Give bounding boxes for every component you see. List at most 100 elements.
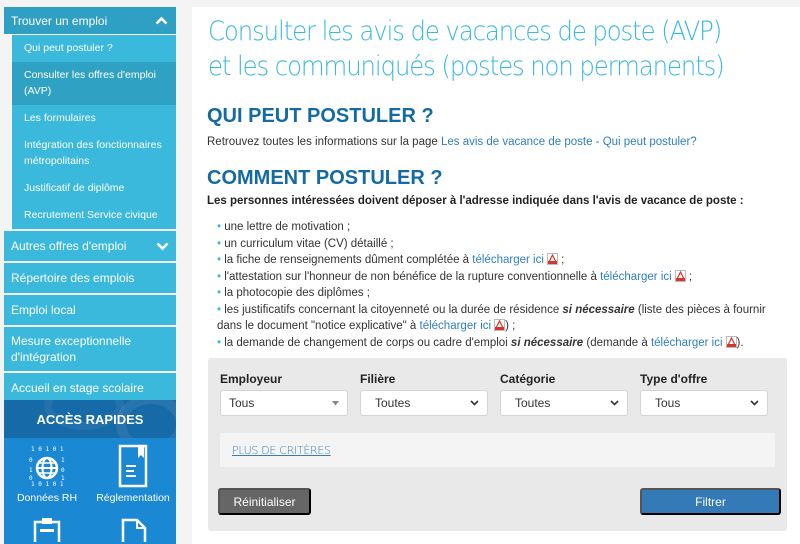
pdf-icon <box>674 269 686 282</box>
sidebar-item-emploi-local[interactable]: Emploi local <box>4 295 176 325</box>
sidebar-nav: Trouver un emploi Qui peut postuler ? Co… <box>4 7 176 403</box>
sidebar-item-label: Autres offres d'emploi <box>11 239 127 253</box>
book-icon <box>118 444 148 488</box>
info-text: Retrouvez toutes les informations sur la… <box>207 136 441 148</box>
reset-button[interactable]: Réinitialiser <box>218 488 311 515</box>
svg-text:1 0 1 0 1: 1 0 1 0 1 <box>31 446 64 453</box>
submenu-item-service-civique[interactable]: Recrutement Service civique <box>12 202 176 229</box>
list-item-text: l'attestation sur l'honneur de non bénéf… <box>224 270 601 283</box>
sidebar-item-trouver-un-emploi[interactable]: Trouver un emploi <box>4 7 176 35</box>
quick-link-3[interactable] <box>4 512 90 542</box>
bullet: • <box>217 221 222 233</box>
svg-text:0: 0 <box>61 467 65 474</box>
clipboard-icon <box>33 518 61 542</box>
filter-filiere: Filière Toutes <box>360 372 488 416</box>
document-icon <box>121 518 147 542</box>
list-item-suffix: ) ; <box>505 320 516 332</box>
download-link-changement-corps[interactable]: télécharger ici <box>651 337 723 349</box>
quick-link-label: Réglementation <box>96 492 170 504</box>
intro-paragraph: Les personnes intéressées doivent dépose… <box>207 195 744 207</box>
quick-link-4[interactable] <box>90 512 176 542</box>
download-link-attestation[interactable]: télécharger ici <box>600 271 672 283</box>
qui-peut-postuler-link[interactable]: Les avis de vacance de poste - Qui peut … <box>441 136 697 148</box>
list-item: • l'attestation sur l'honneur de non bén… <box>217 269 792 286</box>
svg-text:1: 1 <box>61 457 65 464</box>
sidebar-item-label: Répertoire des emplois <box>11 271 135 285</box>
filiere-select[interactable]: Toutes <box>360 390 488 416</box>
employeur-select[interactable]: Tous <box>220 390 348 416</box>
svg-text:1: 1 <box>61 475 65 482</box>
quick-link-label: Données RH <box>16 492 78 504</box>
bullet: • <box>217 336 222 349</box>
filter-button[interactable]: Filtrer <box>640 488 781 515</box>
select-value: Tous <box>655 396 681 410</box>
main-content: Consulter les avis de vacances de poste … <box>192 7 800 544</box>
chevron-down-icon <box>155 239 169 253</box>
download-link-notice-explicative[interactable]: télécharger ici <box>420 320 492 332</box>
list-item-text: (demande à <box>583 336 651 349</box>
section-heading-comment-postuler: COMMENT POSTULER ? <box>207 167 443 189</box>
page-title: Consulter les avis de vacances de poste … <box>208 16 725 82</box>
chevron-down-icon <box>750 400 759 406</box>
pdf-icon <box>546 253 558 265</box>
filter-label: Filière <box>360 372 396 386</box>
bullet: • <box>217 270 222 283</box>
submenu-item-qui-peut-postuler[interactable]: Qui peut postuler ? <box>12 35 176 62</box>
list-item-text: une lettre de motivation ; <box>224 221 351 233</box>
list-item: • une lettre de motivation ; <box>217 219 792 236</box>
list-item-text: les justificatifs concernant la citoyenn… <box>224 303 563 316</box>
select-value: Toutes <box>515 396 551 410</box>
sidebar-item-autres-offres[interactable]: Autres offres d'emploi <box>4 231 176 261</box>
quick-link-reglementation[interactable]: Réglementation <box>90 444 176 512</box>
sidebar-item-label: Mesure exceptionnelle d'intégration <box>11 334 132 364</box>
filter-categorie: Catégorie Toutes <box>500 372 628 416</box>
more-criteria-link[interactable]: PLUS DE CRITÈRES <box>232 444 331 457</box>
job-filter-form: Employeur Tous Filière Toutes Catégorie … <box>208 358 787 531</box>
list-item-suffix: ; <box>557 254 565 266</box>
more-criteria-bar: PLUS DE CRITÈRES <box>220 433 775 467</box>
caret-down-icon <box>332 400 339 405</box>
chevron-up-icon <box>154 14 168 28</box>
sidebar-item-label: Emploi local <box>11 303 76 317</box>
sidebar-item-stage-scolaire[interactable]: Accueil en stage scolaire <box>4 373 176 403</box>
quick-access-title: ACCÈS RAPIDES <box>36 411 144 427</box>
chevron-down-icon <box>610 400 619 406</box>
type-offre-select[interactable]: Tous <box>640 390 768 416</box>
download-link-fiche-renseignements[interactable]: télécharger ici <box>472 254 544 266</box>
list-item: • les justificatifs concernant la citoye… <box>208 302 792 335</box>
submenu-trouver-un-emploi: Qui peut postuler ? Consulter les offres… <box>12 35 176 229</box>
list-item-suffix: ; <box>685 270 693 283</box>
section-heading-qui-peut-postuler: QUI PEUT POSTULER ? <box>207 105 434 127</box>
select-value: Tous <box>229 396 255 410</box>
sidebar-item-label: Trouver un emploi <box>11 13 108 28</box>
emphasis-text: si nécessaire <box>562 303 635 316</box>
submenu-item-consulter-offres[interactable]: Consulter les offres d'emploi (AVP) <box>12 62 176 105</box>
submenu-item-formulaires[interactable]: Les formulaires <box>12 105 176 132</box>
svg-text:0: 0 <box>29 475 33 482</box>
submenu-item-integration[interactable]: Intégration des fonctionnaires métropoli… <box>12 132 176 175</box>
svg-text:0: 0 <box>29 457 33 464</box>
list-item-text: la photocopie des diplômes ; <box>224 287 370 299</box>
list-item: • la photocopie des diplômes ; <box>217 285 792 302</box>
svg-text:1: 1 <box>29 467 33 474</box>
list-item-text: la fiche de renseignements dûment complé… <box>224 254 473 266</box>
list-item-text: un curriculum vitae (CV) détaillé ; <box>224 237 394 250</box>
bullet: • <box>217 254 222 266</box>
quick-link-donnees-rh[interactable]: 1 0 1 0 1 1 0 1 0 1 010 101 Données RH <box>4 444 90 512</box>
list-item-suffix: ). <box>736 336 744 349</box>
filter-type-offre: Type d'offre Tous <box>640 372 768 416</box>
required-documents-list: • une lettre de motivation ; • un curric… <box>217 219 792 351</box>
quick-access-header: ACCÈS RAPIDES <box>4 400 176 438</box>
sidebar-item-mesure-exceptionnelle[interactable]: Mesure exceptionnelle d'intégration <box>4 327 176 371</box>
sidebar-item-label: Accueil en stage scolaire <box>11 381 144 395</box>
bullet: • <box>217 303 222 316</box>
select-value: Toutes <box>375 396 411 410</box>
filter-employeur: Employeur Tous <box>220 372 348 416</box>
filter-label: Type d'offre <box>640 372 708 386</box>
categorie-select[interactable]: Toutes <box>500 390 628 416</box>
info-paragraph: Retrouvez toutes les informations sur la… <box>207 136 697 148</box>
sidebar-item-repertoire[interactable]: Répertoire des emplois <box>4 263 176 293</box>
bullet: • <box>217 237 222 250</box>
submenu-item-justificatif-diplome[interactable]: Justificatif de diplôme <box>12 175 176 202</box>
quick-access-panel: ACCÈS RAPIDES 1 0 1 0 1 1 0 1 0 1 010 10… <box>4 400 176 544</box>
